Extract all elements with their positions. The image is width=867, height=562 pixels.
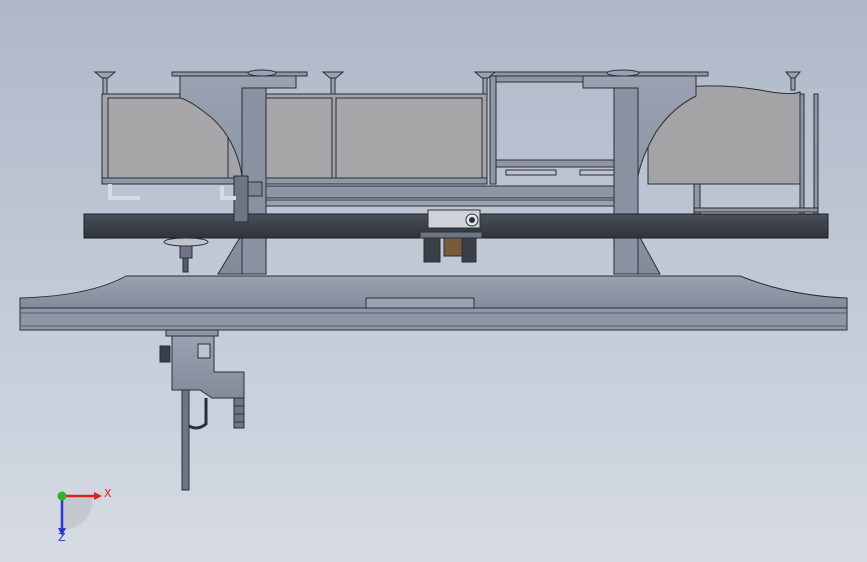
suction-cup bbox=[93, 71, 117, 79]
gripper-finger bbox=[233, 397, 245, 429]
suction-cup bbox=[606, 69, 640, 77]
right-frame-post bbox=[489, 75, 497, 185]
x-axis-label: X bbox=[104, 487, 112, 500]
panel-bottom-rail bbox=[101, 177, 488, 185]
right-leg-c bbox=[813, 93, 819, 215]
top-rail-left bbox=[171, 71, 308, 77]
right-base-rail bbox=[693, 207, 819, 213]
z-axis-label: Z bbox=[58, 531, 66, 544]
motor-gearbox bbox=[423, 237, 441, 263]
suction-cup-stem bbox=[790, 77, 796, 91]
suction-cup bbox=[247, 69, 277, 77]
crossbar-lower bbox=[265, 199, 615, 207]
orientation-triad: X Z bbox=[57, 487, 112, 544]
hanging-gripper bbox=[159, 329, 245, 491]
right-pillar-column bbox=[613, 87, 639, 275]
motor-shaft-center bbox=[469, 217, 475, 223]
motor-unit bbox=[419, 209, 483, 263]
base-main-rail bbox=[19, 307, 848, 331]
right-frame-shelf bbox=[495, 159, 617, 168]
suction-cup-stem bbox=[482, 77, 488, 95]
suction-block bbox=[179, 245, 193, 259]
x-axis-arrowhead bbox=[94, 492, 102, 500]
cad-viewport[interactable]: X Z bbox=[0, 0, 867, 562]
gripper-mount-plate bbox=[165, 329, 219, 337]
suction-unit-left bbox=[163, 237, 209, 273]
tray-a bbox=[505, 169, 557, 176]
suction-pad bbox=[163, 237, 209, 247]
right-leg-b bbox=[799, 93, 805, 215]
suction-cup bbox=[321, 71, 345, 79]
gripper-valve bbox=[159, 345, 171, 363]
y-axis-dot bbox=[57, 491, 67, 501]
suction-stem bbox=[182, 257, 189, 273]
gripper-sensor bbox=[197, 343, 211, 359]
top-rail-right bbox=[489, 71, 709, 77]
motor-mount bbox=[419, 231, 483, 239]
assembly-drawing: X Z bbox=[19, 69, 848, 544]
crossbar bbox=[265, 185, 615, 207]
panel-left-c bbox=[335, 97, 483, 179]
suction-cup-stem bbox=[330, 77, 336, 95]
base-platform bbox=[19, 275, 848, 331]
panel-left-b bbox=[263, 97, 333, 179]
triad-shadow bbox=[62, 496, 93, 531]
air-pipe bbox=[108, 184, 140, 200]
suction-cup-stem bbox=[102, 77, 108, 95]
crossbar-upper bbox=[265, 185, 615, 199]
cylinder-body bbox=[233, 175, 249, 223]
gripper-rod bbox=[181, 389, 190, 491]
suction-cup bbox=[784, 71, 802, 79]
cylinder-valve bbox=[247, 181, 263, 197]
motor-gearbox-b bbox=[461, 237, 477, 263]
motor-bracket bbox=[443, 237, 465, 257]
